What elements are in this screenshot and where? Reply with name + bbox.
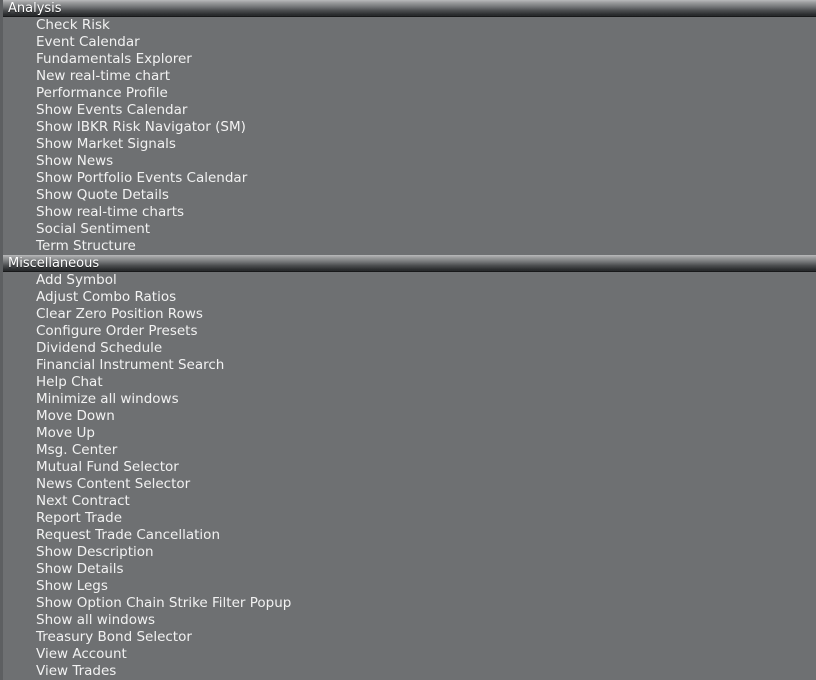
menu-item-request-trade-cancellation[interactable]: Request Trade Cancellation bbox=[3, 527, 816, 544]
menu-item-show-real-time-charts[interactable]: Show real-time charts bbox=[3, 204, 816, 221]
menu-item-event-calendar[interactable]: Event Calendar bbox=[3, 34, 816, 51]
menu-item-term-structure[interactable]: Term Structure bbox=[3, 238, 816, 255]
menu-item-msg-center[interactable]: Msg. Center bbox=[3, 442, 816, 459]
menu-item-adjust-combo-ratios[interactable]: Adjust Combo Ratios bbox=[3, 289, 816, 306]
menu-item-show-description[interactable]: Show Description bbox=[3, 544, 816, 561]
menu-item-show-portfolio-events-calendar[interactable]: Show Portfolio Events Calendar bbox=[3, 170, 816, 187]
menu-item-configure-order-presets[interactable]: Configure Order Presets bbox=[3, 323, 816, 340]
menu-sections: Analysis Check Risk Event Calendar Fundamen… bbox=[3, 0, 816, 680]
menu-item-show-market-signals[interactable]: Show Market Signals bbox=[3, 136, 816, 153]
menu-item-social-sentiment[interactable]: Social Sentiment bbox=[3, 221, 816, 238]
menu-section: Miscellaneous Add Symbol Adjust Combo Rati… bbox=[3, 255, 816, 680]
menu-item-show-option-chain-strike-filter-popup[interactable]: Show Option Chain Strike Filter Popup bbox=[3, 595, 816, 612]
menu-item-move-up[interactable]: Move Up bbox=[3, 425, 816, 442]
menu-item-view-trades[interactable]: View Trades bbox=[3, 663, 816, 680]
section-header-miscellaneous: Miscellaneous bbox=[3, 255, 816, 272]
menu-item-minimize-all-windows[interactable]: Minimize all windows bbox=[3, 391, 816, 408]
menu-item-fundamentals-explorer[interactable]: Fundamentals Explorer bbox=[3, 51, 816, 68]
menu-item-view-account[interactable]: View Account bbox=[3, 646, 816, 663]
menu-item-report-trade[interactable]: Report Trade bbox=[3, 510, 816, 527]
menu-item-show-quote-details[interactable]: Show Quote Details bbox=[3, 187, 816, 204]
menu-item-clear-zero-position-rows[interactable]: Clear Zero Position Rows bbox=[3, 306, 816, 323]
menu-item-show-ibkr-risk-navigator-sm[interactable]: Show IBKR Risk Navigator (SM) bbox=[3, 119, 816, 136]
menu-item-new-real-time-chart[interactable]: New real-time chart bbox=[3, 68, 816, 85]
menu-item-add-symbol[interactable]: Add Symbol bbox=[3, 272, 816, 289]
menu-item-news-content-selector[interactable]: News Content Selector bbox=[3, 476, 816, 493]
menu-item-show-legs[interactable]: Show Legs bbox=[3, 578, 816, 595]
menu-item-show-events-calendar[interactable]: Show Events Calendar bbox=[3, 102, 816, 119]
menu-item-show-news[interactable]: Show News bbox=[3, 153, 816, 170]
menu-item-check-risk[interactable]: Check Risk bbox=[3, 17, 816, 34]
menu-item-mutual-fund-selector[interactable]: Mutual Fund Selector bbox=[3, 459, 816, 476]
section-item-list: Add Symbol Adjust Combo Ratios Clear Zero … bbox=[3, 272, 816, 680]
section-item-list: Check Risk Event Calendar Fundamentals Exp… bbox=[3, 17, 816, 255]
menu-item-dividend-schedule[interactable]: Dividend Schedule bbox=[3, 340, 816, 357]
menu-item-move-down[interactable]: Move Down bbox=[3, 408, 816, 425]
menu-section: Analysis Check Risk Event Calendar Fundamen… bbox=[3, 0, 816, 255]
menu-item-show-details[interactable]: Show Details bbox=[3, 561, 816, 578]
menu-panel: Analysis Check Risk Event Calendar Fundamen… bbox=[0, 0, 816, 680]
menu-item-show-all-windows[interactable]: Show all windows bbox=[3, 612, 816, 629]
menu-item-performance-profile[interactable]: Performance Profile bbox=[3, 85, 816, 102]
section-header-analysis: Analysis bbox=[3, 0, 816, 17]
menu-item-financial-instrument-search[interactable]: Financial Instrument Search bbox=[3, 357, 816, 374]
menu-item-treasury-bond-selector[interactable]: Treasury Bond Selector bbox=[3, 629, 816, 646]
menu-item-next-contract[interactable]: Next Contract bbox=[3, 493, 816, 510]
menu-item-help-chat[interactable]: Help Chat bbox=[3, 374, 816, 391]
